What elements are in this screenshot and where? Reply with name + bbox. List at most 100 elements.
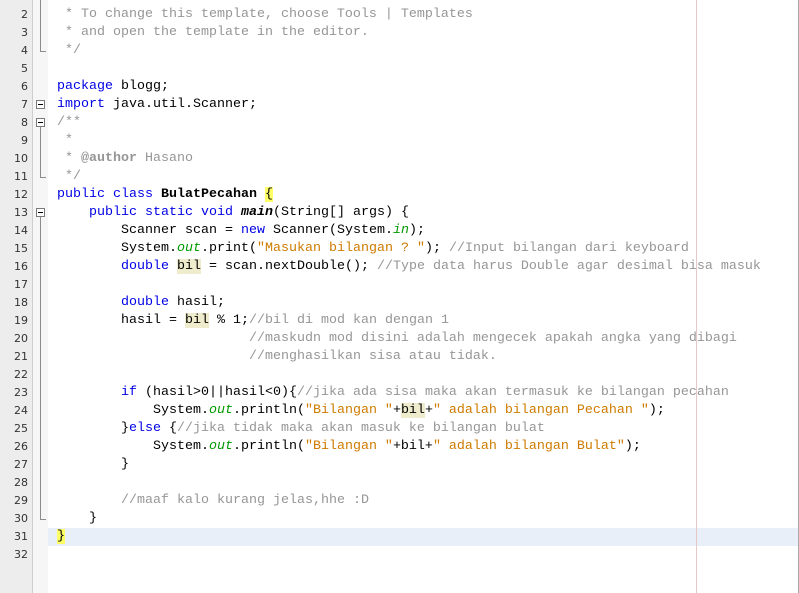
code-line[interactable]: 9 * bbox=[0, 132, 799, 150]
code-line-text[interactable]: Scanner scan = new Scanner(System.in); bbox=[57, 222, 425, 240]
code-text-token[interactable] bbox=[169, 259, 177, 274]
code-line[interactable]: 20 //maskudn mod disini adalah mengecek … bbox=[0, 330, 799, 348]
string-literal-token[interactable]: "Masukan bilangan ? " bbox=[257, 241, 425, 256]
code-text-token[interactable] bbox=[57, 205, 89, 220]
code-text-token[interactable]: ); bbox=[409, 223, 425, 238]
code-line-text[interactable]: System.out.println("Bilangan "+bil+" ada… bbox=[57, 438, 641, 456]
code-line[interactable]: 13 public static void main(String[] args… bbox=[0, 204, 799, 222]
keyword-token[interactable]: double bbox=[121, 295, 169, 310]
minus-box-icon[interactable] bbox=[36, 208, 45, 217]
code-line[interactable]: 8 /** bbox=[0, 114, 799, 132]
minus-box-icon[interactable] bbox=[36, 100, 45, 109]
code-text-token[interactable]: .println( bbox=[233, 439, 305, 454]
code-line[interactable]: 19 hasil = bil % 1;//bil di mod kan deng… bbox=[0, 312, 799, 330]
string-literal-token[interactable]: "Bilangan " bbox=[305, 403, 393, 418]
keyword-token[interactable]: double bbox=[121, 259, 169, 274]
code-line[interactable]: 25 }else {//jika tidak maka akan masuk k… bbox=[0, 420, 799, 438]
code-line[interactable]: 15 System.out.print("Masukan bilangan ? … bbox=[0, 240, 799, 258]
code-line-text[interactable]: * To change this template, choose Tools … bbox=[57, 6, 473, 24]
code-line[interactable]: 29 //maaf kalo kurang jelas,hhe :D bbox=[0, 492, 799, 510]
code-line-text[interactable]: hasil = bil % 1;//bil di mod kan dengan … bbox=[57, 312, 449, 330]
code-text-token[interactable]: .println( bbox=[233, 403, 305, 418]
code-line-text[interactable]: double hasil; bbox=[57, 294, 225, 312]
keyword-token[interactable]: void bbox=[201, 205, 233, 220]
comment-token[interactable]: * and open the template in the editor. bbox=[57, 25, 369, 40]
code-line[interactable]: 12 public class BulatPecahan { bbox=[0, 186, 799, 204]
code-text-token[interactable]: hasil; bbox=[169, 295, 225, 310]
code-text-token[interactable]: System. bbox=[57, 241, 177, 256]
comment-token[interactable]: /** bbox=[57, 115, 81, 130]
code-line[interactable]: 24 System.out.println("Bilangan "+bil+" … bbox=[0, 402, 799, 420]
marked-occurrence-token[interactable]: bil bbox=[184, 313, 209, 328]
comment-token[interactable]: * bbox=[57, 151, 81, 166]
code-line[interactable]: 27 } bbox=[0, 456, 799, 474]
string-literal-token[interactable]: " adalah bilangan Pecahan " bbox=[433, 403, 649, 418]
code-line-text[interactable]: import java.util.Scanner; bbox=[57, 96, 257, 114]
keyword-token[interactable]: new bbox=[241, 223, 265, 238]
code-line[interactable]: 22 bbox=[0, 366, 799, 384]
code-line[interactable]: 18 double hasil; bbox=[0, 294, 799, 312]
code-text-token[interactable]: { bbox=[161, 421, 177, 436]
code-editor[interactable]: 2 * To change this template, choose Tool… bbox=[0, 0, 799, 593]
code-line[interactable]: 16 double bil = scan.nextDouble(); //Typ… bbox=[0, 258, 799, 276]
code-text-token[interactable]: + bbox=[425, 403, 433, 418]
code-text-token[interactable] bbox=[233, 205, 241, 220]
code-line[interactable]: 6 package blogg; bbox=[0, 78, 799, 96]
code-text-token[interactable] bbox=[257, 187, 265, 202]
code-text-token[interactable] bbox=[57, 493, 121, 508]
code-line-text[interactable]: */ bbox=[57, 42, 81, 60]
code-line-text[interactable]: /** bbox=[57, 114, 81, 132]
static-field-token[interactable]: out bbox=[209, 403, 233, 418]
code-text-token[interactable]: blogg; bbox=[113, 79, 169, 94]
comment-token[interactable]: //jika tidak maka akan masuk ke bilangan… bbox=[177, 421, 545, 436]
code-text-token[interactable] bbox=[57, 295, 121, 310]
minus-box-icon[interactable] bbox=[36, 118, 45, 127]
code-line[interactable]: 14 Scanner scan = new Scanner(System.in)… bbox=[0, 222, 799, 240]
code-line[interactable]: 32 bbox=[0, 546, 799, 564]
comment-token[interactable]: //menghasilkan sisa atau tidak. bbox=[249, 349, 497, 364]
code-text-token[interactable]: % 1; bbox=[209, 313, 249, 328]
fold-collapse-icon[interactable] bbox=[33, 114, 48, 132]
code-line[interactable]: 30 } bbox=[0, 510, 799, 528]
string-literal-token[interactable]: "Bilangan " bbox=[305, 439, 393, 454]
code-text-token[interactable]: ); bbox=[649, 403, 665, 418]
matched-brace-token[interactable]: { bbox=[264, 187, 273, 202]
code-text-token[interactable]: System. bbox=[57, 403, 209, 418]
code-line-text[interactable]: * bbox=[57, 132, 73, 150]
keyword-token[interactable]: static bbox=[145, 205, 193, 220]
code-text-token[interactable]: } bbox=[57, 421, 129, 436]
code-line[interactable]: 23 if (hasil>0||hasil<0){//jika ada sisa… bbox=[0, 384, 799, 402]
code-line[interactable]: 3 * and open the template in the editor. bbox=[0, 24, 799, 42]
code-text-token[interactable]: java.util.Scanner; bbox=[105, 97, 257, 112]
comment-token[interactable]: //Input bilangan dari keyboard bbox=[449, 241, 689, 256]
code-line-text[interactable]: //maaf kalo kurang jelas,hhe :D bbox=[57, 492, 369, 510]
code-text-token[interactable]: .print( bbox=[201, 241, 257, 256]
string-literal-token[interactable]: " adalah bilangan Bulat" bbox=[433, 439, 625, 454]
comment-token[interactable]: //bil di mod kan dengan 1 bbox=[249, 313, 449, 328]
fold-collapse-icon[interactable] bbox=[33, 96, 48, 114]
code-text-token[interactable]: = scan.nextDouble(); bbox=[201, 259, 377, 274]
code-line-text[interactable]: } bbox=[57, 456, 129, 474]
comment-token[interactable]: * bbox=[57, 133, 73, 148]
code-text-token[interactable]: (hasil>0||hasil<0){ bbox=[137, 385, 297, 400]
code-text-token[interactable] bbox=[137, 205, 145, 220]
code-text-token[interactable] bbox=[57, 349, 249, 364]
code-line[interactable]: 26 System.out.println("Bilangan "+bil+" … bbox=[0, 438, 799, 456]
comment-token[interactable]: //jika ada sisa maka akan termasuk ke bi… bbox=[297, 385, 729, 400]
code-text-token[interactable]: System. bbox=[57, 439, 209, 454]
code-line-text[interactable]: if (hasil>0||hasil<0){//jika ada sisa ma… bbox=[57, 384, 729, 402]
keyword-token[interactable]: if bbox=[121, 385, 137, 400]
code-text-token[interactable]: (String[] args) { bbox=[273, 205, 409, 220]
comment-token[interactable]: //maskudn mod disini adalah mengecek apa… bbox=[249, 331, 737, 346]
matched-brace-token[interactable]: } bbox=[57, 529, 65, 544]
code-line[interactable]: 11 */ bbox=[0, 168, 799, 186]
code-lines[interactable]: 2 * To change this template, choose Tool… bbox=[0, 6, 799, 564]
code-text-token[interactable] bbox=[57, 259, 121, 274]
javadoc-tag-token[interactable]: @author bbox=[81, 151, 137, 166]
code-text-token[interactable]: +bil+ bbox=[393, 439, 433, 454]
comment-token[interactable]: */ bbox=[57, 169, 81, 184]
comment-token[interactable]: //maaf kalo kurang jelas,hhe :D bbox=[121, 493, 369, 508]
comment-token[interactable]: //Type data harus Double agar desimal bi… bbox=[377, 259, 761, 274]
code-line-text[interactable]: double bil = scan.nextDouble(); //Type d… bbox=[57, 258, 761, 276]
code-line-text[interactable]: System.out.print("Masukan bilangan ? ");… bbox=[57, 240, 689, 258]
